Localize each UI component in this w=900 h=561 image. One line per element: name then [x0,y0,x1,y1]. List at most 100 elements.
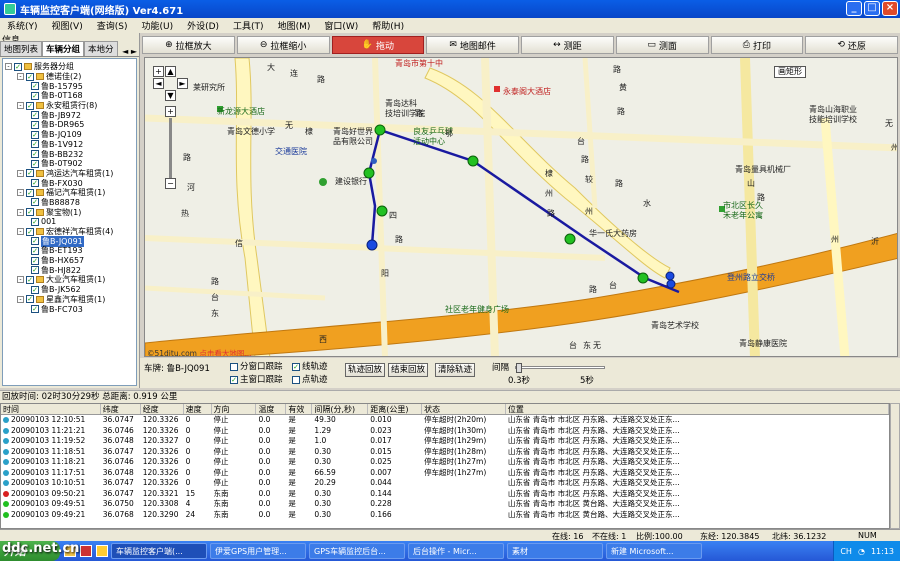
pan-up-icon[interactable]: ▲ [165,66,176,77]
menu-system[interactable]: 系统(Y) [0,19,45,32]
checkbox-icon[interactable]: ✓ [31,198,39,207]
checkbox-icon[interactable]: ✓ [31,256,39,265]
start-button[interactable]: 开始 [0,541,60,561]
pan-down-icon[interactable]: ▼ [165,90,176,101]
interval-slider[interactable] [515,363,605,373]
checkbox-icon[interactable]: ✓ [31,217,39,226]
column-header[interactable]: 时间 [1,404,101,414]
expand-icon[interactable]: - [17,102,24,110]
expand-icon[interactable]: - [17,228,24,236]
checkbox-icon[interactable]: ✓ [26,227,34,236]
taskbar-task[interactable]: GPS车辆监控后台... [309,543,405,559]
tab-vehicle-group[interactable]: 车辆分组 [42,41,85,56]
column-header[interactable]: 方向 [212,404,257,414]
column-header[interactable]: 位置 [506,404,889,414]
column-header[interactable]: 间隔(分,秒) [312,404,369,414]
table-row[interactable]: 20090103 09:49:21 36.0768 120.3290 24 东南 0.0 是… [1,510,889,521]
column-header[interactable]: 状态 [422,404,506,414]
table-scrollbar[interactable] [890,403,900,529]
toolbar-button-zoom-in[interactable]: ⊕ 拉框放大 [142,36,235,54]
menu-window[interactable]: 窗口(W) [317,19,365,32]
taskbar-task[interactable]: 车辆监控客户端(... [111,543,207,559]
menu-help[interactable]: 帮助(H) [365,19,411,32]
line-track-checkbox[interactable]: ✓ 线轨迹 [292,360,328,372]
checkbox-icon[interactable]: ✓ [14,62,22,71]
checkbox-icon[interactable]: ✓ [31,130,39,139]
point-track-checkbox[interactable]: 点轨迹 [292,373,328,385]
tray-icon[interactable]: ◔ [858,547,865,556]
column-header[interactable]: 速度 [184,404,212,414]
column-header[interactable]: 有效 [286,404,313,414]
toolbar-button-area[interactable]: ▭ 测面 [615,36,709,54]
toolbar-button-pan[interactable]: ✋ 拖动 [331,36,425,54]
table-row[interactable]: 20090103 11:18:51 36.0747 120.3326 0 停止 0.0 是 0… [1,447,889,458]
expand-icon[interactable]: - [17,73,24,81]
menu-device[interactable]: 外设(D) [180,19,226,32]
checkbox-icon[interactable]: ✓ [26,295,34,304]
expand-icon[interactable]: - [5,63,12,71]
expand-icon[interactable]: - [17,189,24,197]
menu-function[interactable]: 功能(U) [134,19,180,32]
toolbar-button-map-mail[interactable]: ✉ 地图邮件 [426,36,519,54]
checkbox-icon[interactable]: ✓ [31,246,39,255]
checkbox-icon[interactable]: ✓ [31,179,39,188]
checkbox-icon[interactable]: ✓ [31,285,39,294]
tab-map-list[interactable]: 地图列表 [0,41,43,56]
big-map-link[interactable]: 点击看大地图... [199,349,251,356]
toolbar-button-print[interactable]: ⎙ 打印 [710,36,804,54]
main-window-track[interactable]: ✓ 主窗口跟踪 [230,373,283,385]
quicklaunch-icon[interactable] [96,545,108,557]
maximize-button[interactable]: □ [864,1,880,16]
column-header[interactable]: 温度 [256,404,287,414]
checkbox-icon[interactable]: ✓ [31,82,39,91]
column-header[interactable]: 纬度 [101,404,141,414]
tree-group-node[interactable]: - ✓ 聚宝物(1) [3,207,136,217]
end-replay-button[interactable]: 结束回放 [388,363,429,377]
column-header[interactable]: 经度 [141,404,184,414]
checkbox-icon[interactable]: ✓ [26,72,34,81]
table-row[interactable]: 20090103 09:49:51 36.0750 120.3308 4 东南 0.0 是 0… [1,499,889,510]
zoom-in-button[interactable]: + [153,66,164,77]
minimize-button[interactable]: _ [846,1,862,16]
checkbox-icon[interactable]: ✓ [31,150,39,159]
table-row[interactable]: 20090103 12:10:51 36.0747 120.3326 0 停止 0.0 是 4… [1,415,889,426]
checkbox-icon[interactable]: ✓ [26,169,34,178]
tab-scroll-arrows[interactable]: ◄ ► [122,47,139,56]
checkbox-icon[interactable]: ✓ [31,159,39,168]
checkbox-icon[interactable]: ✓ [26,275,34,284]
checkbox-icon[interactable]: ✓ [26,188,34,197]
pan-left-icon[interactable]: ◄ [153,78,164,89]
checkbox-icon[interactable]: ✓ [31,120,39,129]
toolbar-button-measure[interactable]: ↔ 测距 [521,36,614,54]
draw-rect-button[interactable]: 画矩形 [774,66,806,78]
split-window-track[interactable]: 分窗口跟踪 [230,360,283,372]
checkbox-icon[interactable]: ✓ [31,305,39,314]
table-row[interactable]: 20090103 11:21:21 36.0746 120.3326 0 停止 0.0 是 1… [1,426,889,437]
column-header[interactable]: 距离(公里) [368,404,423,414]
lang-indicator[interactable]: CH [840,547,852,556]
table-row[interactable]: 20090103 11:19:52 36.0748 120.3327 0 停止 0.0 是 1… [1,436,889,447]
taskbar-task[interactable]: 伊爱GPS用户管理... [210,543,306,559]
checkbox-icon[interactable]: ✓ [31,91,39,100]
slider-thumb[interactable] [516,363,522,373]
taskbar-task[interactable]: 新建 Microsoft... [606,543,702,559]
checkbox-icon[interactable]: ✓ [31,266,39,275]
expand-icon[interactable]: - [17,208,24,216]
quicklaunch-icon[interactable] [80,545,92,557]
table-row[interactable]: 20090103 11:18:21 36.0746 120.3326 0 停止 0.0 是 0… [1,457,889,468]
checkbox-icon[interactable]: ✓ [31,140,39,149]
toolbar-button-restore[interactable]: ⟲ 还原 [805,36,898,54]
toolbar-button-zoom-out[interactable]: ⊖ 拉框缩小 [236,36,330,54]
menu-map[interactable]: 地图(M) [271,19,318,32]
expand-icon[interactable]: - [17,276,24,284]
pan-right-icon[interactable]: ► [177,78,188,89]
taskbar-task[interactable]: 后台操作 - Micr... [408,543,504,559]
track-replay-button[interactable]: 轨迹回放 [345,363,386,377]
tab-local-group[interactable]: 本地分 [84,41,118,56]
expand-icon[interactable]: - [17,295,24,303]
clock[interactable]: 11:13 [871,547,894,556]
menu-query[interactable]: 查询(S) [90,19,135,32]
menu-tools[interactable]: 工具(T) [226,19,271,32]
zoom-in-icon[interactable]: + [165,106,176,117]
expand-icon[interactable]: - [17,169,24,177]
